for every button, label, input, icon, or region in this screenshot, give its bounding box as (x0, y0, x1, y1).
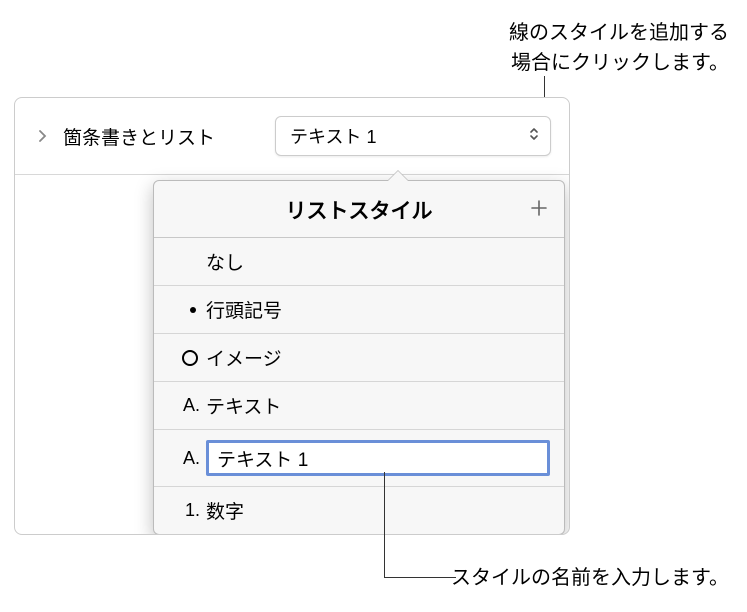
inspector-panel: 箇条書きとリスト テキスト 1 リストスタイル なし 行頭記号 (14, 97, 570, 535)
style-name-input[interactable] (206, 440, 550, 476)
item-label: 行頭記号 (206, 296, 282, 323)
item-label: なし (206, 248, 244, 275)
callout-text: スタイルの名前を入力します。 (451, 567, 729, 589)
chevron-updown-icon (528, 126, 540, 147)
list-style-popover: リストスタイル なし 行頭記号 イメージ A. テキスト A. (153, 180, 565, 535)
style-list: なし 行頭記号 イメージ A. テキスト A. 1. 数字 (154, 238, 564, 534)
item-label: 数字 (206, 497, 244, 524)
style-item-image[interactable]: イメージ (154, 334, 564, 382)
leader-line (384, 577, 456, 578)
leader-line (384, 472, 385, 577)
style-item-text[interactable]: A. テキスト (154, 382, 564, 430)
dropdown-value: テキスト 1 (290, 123, 376, 149)
list-style-dropdown[interactable]: テキスト 1 (275, 116, 551, 156)
circle-icon (182, 350, 198, 366)
bullets-lists-row: 箇条書きとリスト テキスト 1 (15, 98, 569, 174)
item-marker: A. (176, 448, 200, 469)
callout-enter-name: スタイルの名前を入力します。 (451, 561, 729, 590)
bullet-icon (190, 307, 196, 313)
chevron-right-icon[interactable] (37, 130, 49, 142)
divider (15, 174, 569, 175)
item-marker: 1. (176, 500, 200, 521)
item-marker: A. (176, 395, 200, 416)
add-style-button[interactable] (526, 195, 552, 221)
style-item-none[interactable]: なし (154, 238, 564, 286)
style-item-bullet[interactable]: 行頭記号 (154, 286, 564, 334)
row-label: 箇条書きとリスト (63, 123, 215, 150)
callout-text: 場合にクリックします。 (509, 48, 729, 78)
popover-header: リストスタイル (154, 181, 564, 238)
item-label: テキスト (206, 392, 281, 419)
style-item-number[interactable]: 1. 数字 (154, 487, 564, 534)
item-label: イメージ (206, 344, 282, 371)
callout-text: 線のスタイルを追加する (509, 18, 729, 48)
style-item-text-editing[interactable]: A. (154, 430, 564, 487)
plus-icon (529, 198, 549, 218)
callout-add-style: 線のスタイルを追加する 場合にクリックします。 (509, 18, 729, 78)
popover-title: リストスタイル (286, 200, 433, 223)
